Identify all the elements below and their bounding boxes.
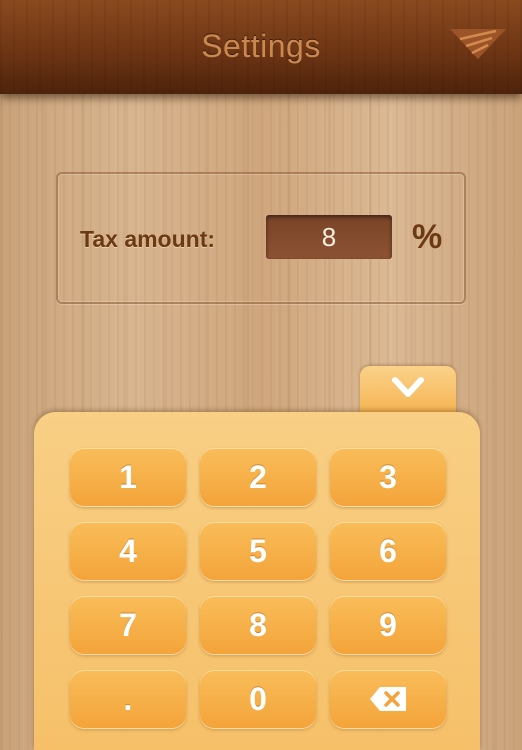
key-5[interactable]: 5 <box>200 522 316 580</box>
key-backspace[interactable] <box>330 670 446 728</box>
header-bar: Settings <box>0 0 522 94</box>
key-6[interactable]: 6 <box>330 522 446 580</box>
hide-keypad-button[interactable] <box>360 366 456 416</box>
key-9[interactable]: 9 <box>330 596 446 654</box>
key-8[interactable]: 8 <box>200 596 316 654</box>
key-2[interactable]: 2 <box>200 448 316 506</box>
tax-amount-field[interactable]: 8 <box>266 215 392 259</box>
key-7[interactable]: 7 <box>70 596 186 654</box>
menu-icon[interactable] <box>448 26 508 62</box>
key-decimal[interactable]: . <box>70 670 186 728</box>
page-title: Settings <box>201 28 321 64</box>
backspace-icon <box>370 687 406 711</box>
key-4[interactable]: 4 <box>70 522 186 580</box>
percent-unit-label: % <box>412 218 443 256</box>
tax-amount-label: Tax amount: <box>80 226 216 252</box>
key-1[interactable]: 1 <box>70 448 186 506</box>
key-3[interactable]: 3 <box>330 448 446 506</box>
key-0[interactable]: 0 <box>200 670 316 728</box>
numeric-keypad: 1 2 3 4 5 6 7 8 9 . 0 <box>34 412 480 750</box>
tax-settings-panel: Tax amount: 8 % <box>56 172 466 304</box>
chevron-down-icon <box>392 377 424 397</box>
